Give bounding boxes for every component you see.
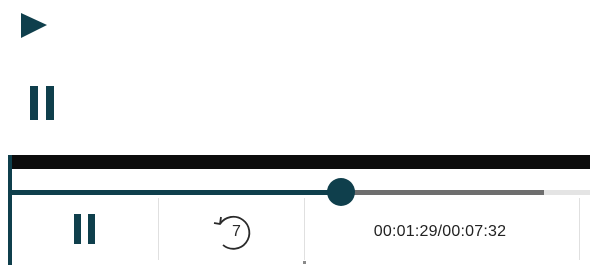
video-area[interactable]	[8, 155, 590, 169]
media-player: 7 00:01:29/00:07:32	[8, 155, 590, 265]
video-player-demo: 7 00:01:29/00:07:32	[0, 0, 590, 265]
seek-played	[12, 190, 342, 195]
divider	[579, 198, 580, 260]
rewind-seconds: 7	[232, 222, 241, 240]
pause-icon	[74, 214, 96, 249]
pause-icon[interactable]	[30, 86, 56, 120]
play-icon[interactable]	[20, 12, 48, 40]
pause-button[interactable]	[12, 198, 158, 265]
control-bar: 7 00:01:29/00:07:32	[12, 198, 590, 265]
rewind-button[interactable]: 7	[159, 198, 304, 265]
rewind-icon: 7	[209, 212, 255, 252]
time-display: 00:01:29/00:07:32	[373, 222, 507, 240]
